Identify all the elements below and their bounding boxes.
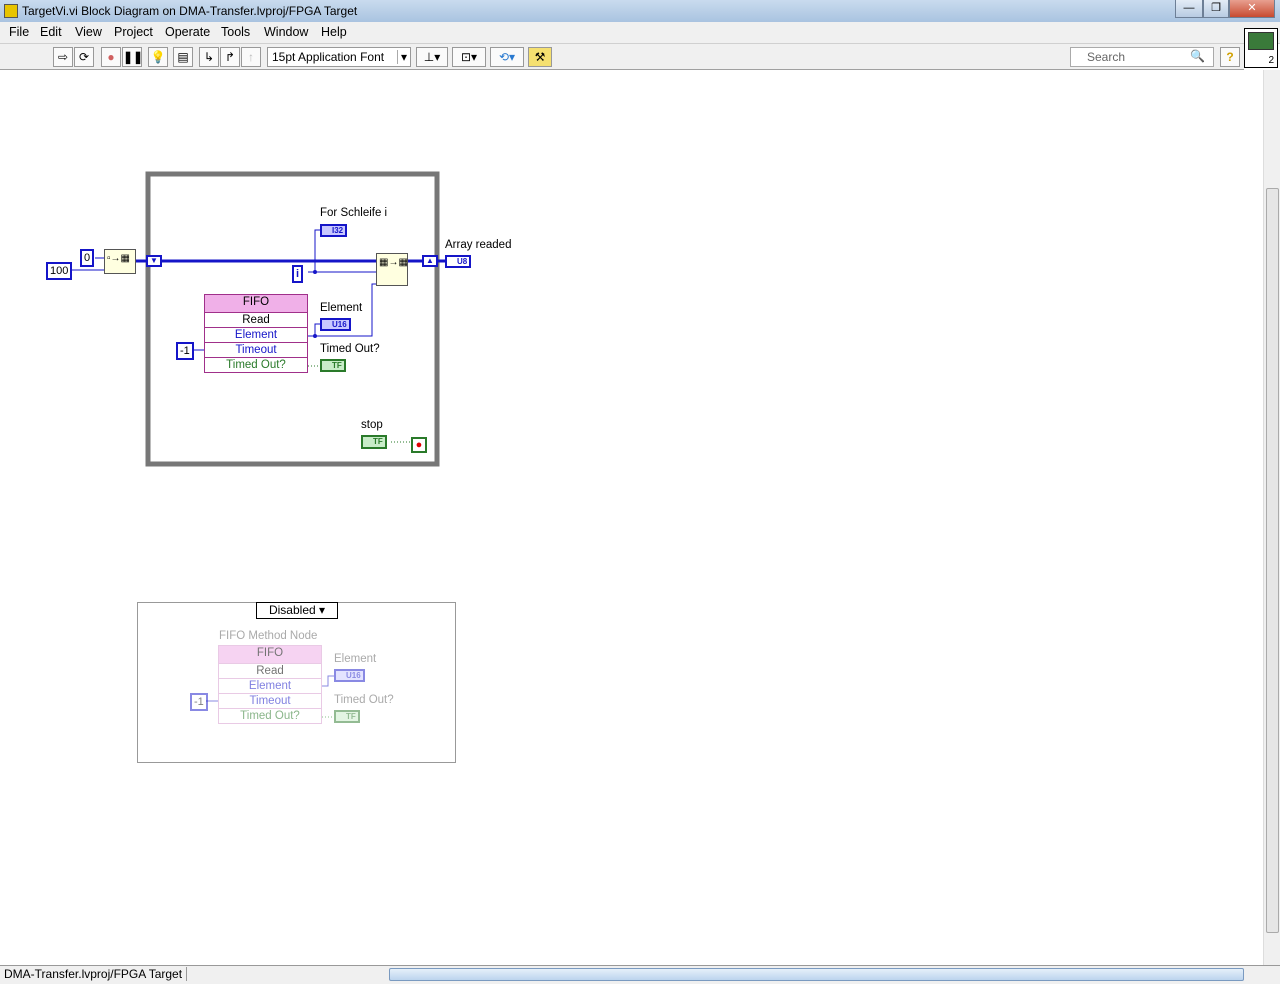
fifo-timeout-row[interactable]: Timeout (205, 342, 307, 357)
constant-neg1[interactable]: -1 (176, 342, 194, 360)
fifo-header: FIFO (205, 295, 307, 312)
disabled-fifo-method[interactable]: Read (219, 663, 321, 678)
case-selector-value: Disabled (268, 603, 316, 617)
element-label: Element (320, 302, 363, 314)
disabled-fifo-method-node[interactable]: FIFO Read Element Timeout Timed Out? (218, 645, 322, 724)
status-bar: DMA-Transfer.lvproj/FPGA Target (0, 965, 1280, 984)
context-label: DMA-Transfer.lvproj/FPGA Target (4, 967, 188, 981)
constant-0[interactable]: 0 (80, 249, 95, 267)
disabled-fifo-title: FIFO (256, 647, 284, 659)
vertical-scrollbar[interactable] (1263, 70, 1280, 965)
element-u16-indicator[interactable]: U16 (320, 318, 351, 331)
array-u8-indicator[interactable]: U8 (445, 255, 472, 268)
disabled-fifo-element-row[interactable]: Element (219, 678, 321, 693)
disabled-constant-neg1[interactable]: -1 (190, 693, 208, 711)
horizontal-scroll-thumb[interactable] (389, 968, 1244, 981)
replace-array-subset-node[interactable]: ▦→▦ (376, 253, 408, 286)
shift-register-left-icon[interactable]: ▼ (146, 255, 162, 267)
iteration-terminal[interactable]: i (292, 265, 304, 283)
disabled-fifo-header: FIFO (219, 646, 321, 663)
disabled-fifo-timeout-row[interactable]: Timeout (219, 693, 321, 708)
loop-condition-stop-icon[interactable]: ● (411, 437, 427, 453)
constant-100[interactable]: 100 (46, 262, 73, 280)
initialize-array-node[interactable]: ▫→▦ (104, 249, 136, 274)
fifo-title: FIFO (242, 296, 270, 308)
array-label: Array readed (445, 239, 512, 251)
wires (72, 171, 445, 718)
for-label: For Schleife i (320, 207, 388, 219)
timedout-label: Timed Out? (320, 343, 380, 355)
replace-array-icon: ▦→▦ (379, 257, 408, 268)
for-i32-indicator[interactable]: I32 (320, 224, 348, 237)
initialize-array-icon: ▫→▦ (107, 253, 130, 264)
disabled-timedout-label: Timed Out? (334, 694, 394, 706)
shift-register-right-icon[interactable]: ▲ (422, 255, 438, 267)
disabled-timedout-indicator[interactable]: TF (334, 710, 360, 723)
timedout-indicator[interactable]: TF (320, 359, 346, 372)
stop-control[interactable]: TF (361, 435, 387, 449)
fifo-element-row[interactable]: Element (205, 327, 307, 342)
fifo-method[interactable]: Read (205, 312, 307, 327)
fifo-timedout-row[interactable]: Timed Out? (205, 357, 307, 372)
disabled-fifo-timedout-row[interactable]: Timed Out? (219, 708, 321, 723)
vertical-scroll-thumb[interactable] (1266, 188, 1279, 933)
case-selector[interactable]: Disabled ▾ (256, 602, 338, 619)
disabled-node-label: FIFO Method Node (219, 630, 318, 642)
disabled-element-indicator[interactable]: U16 (334, 669, 365, 682)
stop-label: stop (361, 419, 383, 431)
disabled-element-label: Element (334, 653, 377, 665)
fifo-method-node[interactable]: FIFO Read Element Timeout Timed Out? (204, 294, 308, 373)
